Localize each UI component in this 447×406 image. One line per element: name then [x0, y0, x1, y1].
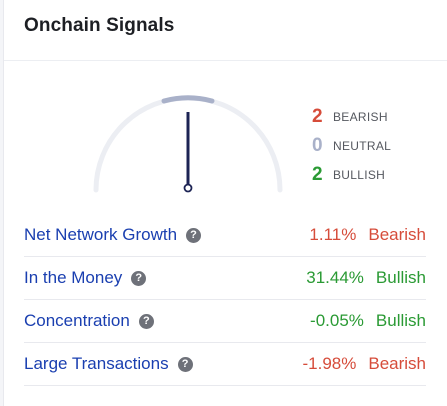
count-bullish-label: BULLISH	[333, 167, 386, 182]
count-bearish-value: 2	[312, 105, 323, 127]
gauge-neutral-arc	[161, 95, 215, 104]
signal-link-concentration[interactable]: Concentration	[24, 311, 130, 331]
signal-verdict: Bullish	[375, 268, 426, 287]
signal-link-large-transactions[interactable]: Large Transactions	[24, 354, 169, 374]
signal-row-concentration: Concentration ? -0.05% Bullish	[24, 300, 426, 343]
signal-value: 1.11%	[309, 225, 357, 244]
signal-list: Net Network Growth ? 1.11% Bearish In th…	[24, 214, 426, 386]
signal-verdict: Bearish	[368, 225, 426, 244]
signal-row-large-transactions: Large Transactions ? -1.98% Bearish	[24, 343, 426, 386]
signal-row-in-the-money: In the Money ? 31.44% Bullish	[24, 257, 426, 300]
header-divider	[4, 60, 447, 61]
signal-value: 31.44%	[306, 268, 364, 287]
help-icon[interactable]: ?	[131, 270, 147, 286]
signal-link-in-the-money[interactable]: In the Money	[24, 268, 122, 288]
gauge-pivot-icon	[183, 183, 193, 193]
onchain-signals-card: Onchain Signals 2 BEARISH 0 NEUTRAL 2 BU…	[3, 0, 447, 406]
signal-value: -1.98%	[302, 354, 357, 373]
count-bearish-label: BEARISH	[333, 109, 388, 124]
signal-counts: 2 BEARISH 0 NEUTRAL 2 BULLISH	[312, 102, 391, 189]
signal-verdict: Bullish	[375, 311, 426, 330]
signal-value: -0.05%	[310, 311, 364, 330]
count-bullish-value: 2	[312, 163, 323, 185]
count-neutral-value: 0	[312, 134, 323, 156]
signal-gauge	[93, 95, 283, 193]
count-bullish: 2 BULLISH	[312, 160, 391, 189]
signal-verdict: Bearish	[368, 354, 426, 373]
signal-row-net-network-growth: Net Network Growth ? 1.11% Bearish	[24, 214, 426, 257]
help-icon[interactable]: ?	[186, 227, 202, 243]
count-neutral: 0 NEUTRAL	[312, 131, 391, 160]
count-neutral-label: NEUTRAL	[333, 138, 392, 153]
card-title: Onchain Signals	[24, 15, 175, 36]
count-bearish: 2 BEARISH	[312, 102, 391, 131]
help-icon[interactable]: ?	[177, 356, 193, 372]
signal-link-net-network-growth[interactable]: Net Network Growth	[24, 225, 177, 245]
help-icon[interactable]: ?	[138, 313, 154, 329]
